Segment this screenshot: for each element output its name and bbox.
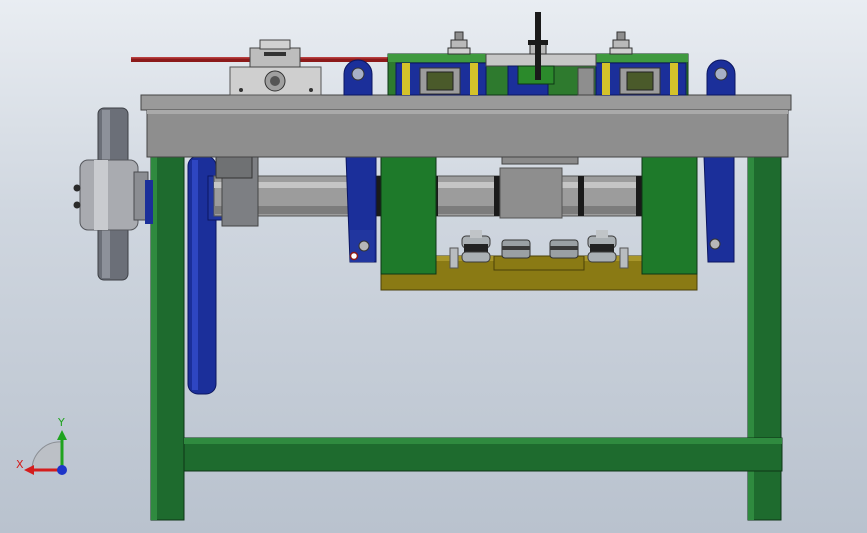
top-ear-right[interactable] <box>706 59 736 96</box>
drive-pulley[interactable] <box>73 107 154 281</box>
clamp-block-right[interactable] <box>641 155 698 275</box>
tabletop-plate[interactable] <box>140 94 792 158</box>
top-ear-left[interactable] <box>343 59 373 96</box>
coordinate-triad: X Y <box>16 416 67 475</box>
support-bracket-right[interactable] <box>703 155 735 263</box>
assembly-model[interactable]: X Y <box>0 0 867 533</box>
cad-viewport[interactable]: X Y <box>0 0 867 533</box>
support-bracket-left[interactable] <box>345 155 377 263</box>
clamp-block-left[interactable] <box>380 155 437 275</box>
z-axis-dot-icon <box>57 465 67 475</box>
tensioner-housing[interactable] <box>229 39 322 96</box>
view-plane-icon <box>31 441 63 471</box>
x-axis-label: X <box>16 458 24 471</box>
y-axis-label: Y <box>57 416 65 429</box>
